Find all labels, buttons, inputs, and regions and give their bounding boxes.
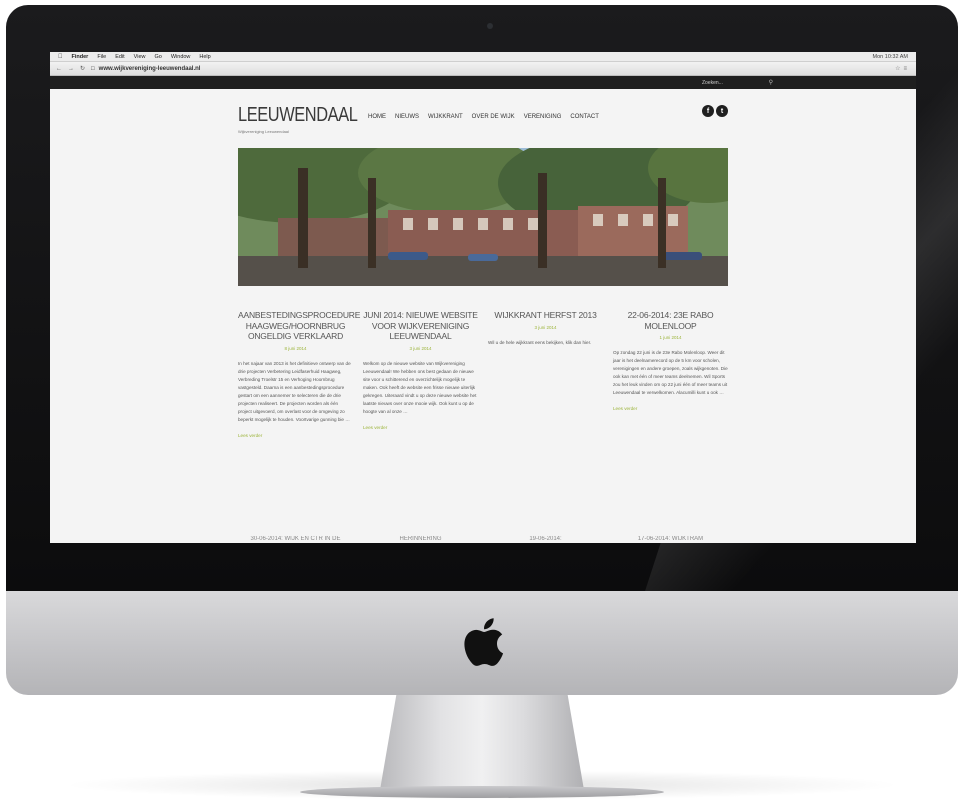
address-bar[interactable]: □ www.wijkvereniging-leeuwendaal.nl <box>91 66 200 72</box>
post-title[interactable]: 22-06-2014: 23E RABO MOLENLOOP <box>613 310 728 331</box>
mac-menubar:  Finder File Edit View Go Window Help M… <box>50 52 916 62</box>
forward-arrow-icon[interactable]: → <box>68 66 74 72</box>
imac-screen:  Finder File Edit View Go Window Help M… <box>50 52 916 543</box>
menu-edit[interactable]: Edit <box>115 54 124 60</box>
facebook-icon[interactable]: f <box>702 105 714 117</box>
next-post-title[interactable]: 17-06-2014: WIJKTRAM <box>613 536 728 542</box>
nav-vereniging[interactable]: VERENIGING <box>524 114 562 120</box>
next-post-title[interactable]: 19-06-2014: <box>488 536 603 542</box>
menu-icon[interactable]: ≡ <box>903 66 910 72</box>
read-more-link[interactable]: Lees verder <box>238 433 262 438</box>
browser-toolbar: ← → ↻ □ www.wijkvereniging-leeuwendaal.n… <box>50 62 916 76</box>
post-excerpt: In het najaar van 2013 is het definitiev… <box>238 360 351 423</box>
reload-icon[interactable]: ↻ <box>80 65 85 72</box>
post-date: 8 juni 2014 <box>284 345 307 351</box>
menu-window[interactable]: Window <box>171 54 191 60</box>
nav-wijkkrant[interactable]: WIJKKRANT <box>428 114 463 120</box>
post-excerpt: Wil u de hele wijkkrant eens bekijken, k… <box>488 339 592 345</box>
imac-stand <box>380 695 584 790</box>
menu-app-name[interactable]: Finder <box>72 54 89 60</box>
camera-dot <box>487 23 493 29</box>
post-title[interactable]: JUNI 2014: NIEUWE WEBSITE VOOR WIJKVEREN… <box>363 310 478 342</box>
post-date: 3 juni 2014 <box>534 324 557 330</box>
post-title[interactable]: WIJKKRANT HERFST 2013 <box>488 310 603 321</box>
site-logo[interactable]: LEEUWENDAAL <box>238 104 358 127</box>
read-more-link[interactable]: Lees verder <box>363 425 387 430</box>
next-post-title[interactable]: HERINNERING <box>363 536 478 542</box>
post-excerpt: Welkom op de nieuwe website van Wijkvere… <box>363 360 477 415</box>
menu-view[interactable]: View <box>134 54 146 60</box>
site-topbar: Zoeken... ⚲ <box>50 76 916 89</box>
hero-image <box>238 148 728 286</box>
post-card: WIJKKRANT HERFST 2013 3 juni 2014 Wil u … <box>488 310 603 442</box>
menu-go[interactable]: Go <box>155 54 162 60</box>
search-placeholder: Zoeken... <box>702 79 723 86</box>
post-card: JUNI 2014: NIEUWE WEBSITE VOOR WIJKVEREN… <box>363 310 478 442</box>
post-grid: AANBESTEDINGSPROCEDURE HAAGWEG/HOORNBRUG… <box>238 310 728 442</box>
nav-contact[interactable]: CONTACT <box>570 114 599 120</box>
read-more-link[interactable]: Lees verder <box>613 406 637 411</box>
nav-home[interactable]: HOME <box>368 114 386 120</box>
menu-help[interactable]: Help <box>199 54 210 60</box>
hero-street-illustration <box>238 148 728 286</box>
post-date: 3 juni 2014 <box>409 345 432 351</box>
post-card: AANBESTEDINGSPROCEDURE HAAGWEG/HOORNBRUG… <box>238 310 360 442</box>
post-card: 22-06-2014: 23E RABO MOLENLOOP 1 juni 20… <box>613 310 728 442</box>
nav-over-de-wijk[interactable]: OVER DE WIJK <box>472 114 515 120</box>
imac-stand-foot <box>300 786 664 798</box>
post-date: 1 juni 2014 <box>659 335 682 341</box>
back-arrow-icon[interactable]: ← <box>56 66 62 72</box>
apple-menu-icon[interactable]:  <box>58 54 63 60</box>
site-header: LEEUWENDAAL Wijkvereniging Leeuwendaal H… <box>238 96 728 136</box>
site-search-input[interactable]: Zoeken... ⚲ <box>698 78 776 87</box>
browser-actions: ☆≡ <box>895 65 910 72</box>
social-links: f t <box>702 105 728 117</box>
next-post-row: 30-06-2014: WIJK EN CTR IN DE HERINNERIN… <box>238 536 728 542</box>
apple-logo-icon <box>464 618 504 666</box>
page-icon: □ <box>91 65 95 72</box>
site-nav: HOME NIEUWS WIJKKRANT OVER DE WIJK VEREN… <box>368 114 599 120</box>
nav-nieuws[interactable]: NIEUWS <box>395 114 419 120</box>
next-post-title[interactable]: 30-06-2014: WIJK EN CTR IN DE <box>238 536 353 542</box>
post-excerpt: Op zondag 22 juni is de 23e Rabo Molenlo… <box>613 350 728 396</box>
post-title[interactable]: AANBESTEDINGSPROCEDURE HAAGWEG/HOORNBRUG… <box>238 310 360 342</box>
search-icon[interactable]: ⚲ <box>769 79 773 86</box>
menubar-clock: Mon 10:32 AM <box>872 53 908 60</box>
address-url: www.wijkvereniging-leeuwendaal.nl <box>98 65 201 72</box>
menu-file[interactable]: File <box>97 54 106 60</box>
site-tagline: Wijkvereniging Leeuwendaal <box>238 129 289 134</box>
twitter-icon[interactable]: t <box>716 105 728 117</box>
